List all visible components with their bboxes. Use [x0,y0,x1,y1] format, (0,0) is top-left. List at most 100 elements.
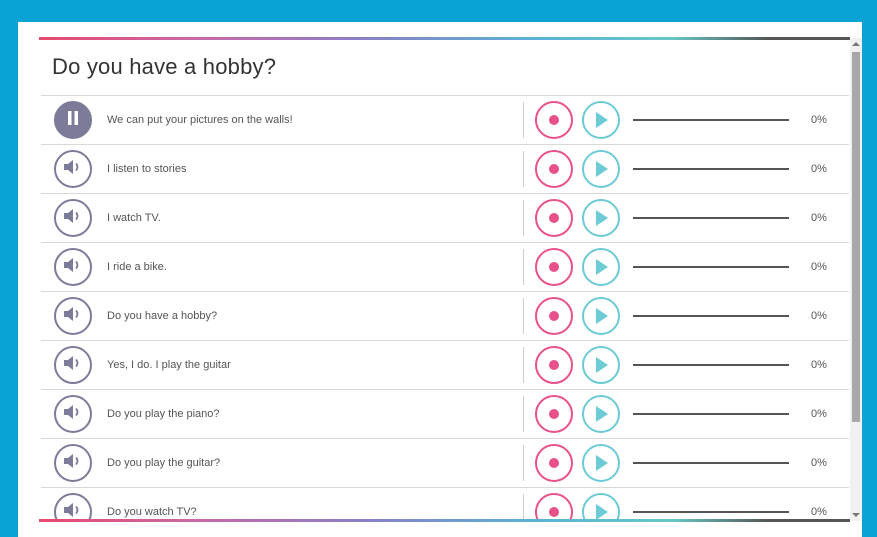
record-icon [549,311,559,321]
speaker-icon [63,354,83,377]
activity-panel: Do you have a hobby? We can put your pic… [18,22,862,537]
record-button[interactable] [535,297,573,335]
progress-bar[interactable] [633,413,789,415]
speaker-button[interactable] [54,248,92,286]
record-icon [549,262,559,272]
progress-percent: 0% [811,310,827,322]
sentence-row-6: Yes, I do. I play the guitar 0% [41,341,849,390]
row-divider [523,494,524,520]
progress-percent: 0% [811,163,827,175]
speaker-icon [63,158,83,181]
play-icon [596,455,608,471]
progress-percent: 0% [811,114,827,126]
play-button[interactable] [582,346,620,384]
sentence-row-7: Do you play the piano? 0% [41,390,849,439]
progress-bar[interactable] [633,168,789,170]
record-button[interactable] [535,248,573,286]
pause-icon [66,110,80,131]
play-button[interactable] [582,395,620,433]
speaker-icon [63,403,83,426]
sentence-row-1: We can put your pictures on the walls! 0… [41,96,849,145]
row-divider [523,396,524,432]
progress-percent: 0% [811,261,827,273]
play-button[interactable] [582,493,620,520]
sentence-text: I listen to stories [107,163,187,175]
sentence-text: Do you play the guitar? [107,457,221,469]
record-button[interactable] [535,346,573,384]
play-button[interactable] [582,248,620,286]
record-button[interactable] [535,493,573,520]
record-icon [549,458,559,468]
sentence-row-9: Do you watch TV? 0% [41,488,849,520]
play-icon [596,308,608,324]
record-button[interactable] [535,150,573,188]
play-icon [596,112,608,128]
speaker-button[interactable] [54,199,92,237]
record-icon [549,213,559,223]
speaker-icon [63,452,83,475]
row-divider [523,102,524,138]
sentence-text: Yes, I do. I play the guitar [107,359,231,371]
play-button[interactable] [582,444,620,482]
bottom-color-bar [39,519,850,522]
speaker-button[interactable] [54,346,92,384]
sentence-list: We can put your pictures on the walls! 0… [41,95,849,520]
record-button[interactable] [535,199,573,237]
progress-percent: 0% [811,359,827,371]
play-icon [596,504,608,520]
row-divider [523,200,524,236]
progress-bar[interactable] [633,511,789,513]
play-button[interactable] [582,297,620,335]
play-icon [596,259,608,275]
record-button[interactable] [535,395,573,433]
speaker-icon [63,256,83,279]
speaker-icon [63,501,83,521]
scrollbar-thumb[interactable] [852,52,860,422]
sentence-text: I watch TV. [107,212,161,224]
record-button[interactable] [535,101,573,139]
speaker-button[interactable] [54,297,92,335]
progress-bar[interactable] [633,266,789,268]
speaker-button[interactable] [54,444,92,482]
progress-bar[interactable] [633,217,789,219]
row-divider [523,347,524,383]
play-icon [596,406,608,422]
record-icon [549,507,559,517]
vertical-scrollbar[interactable] [850,38,862,521]
record-icon [549,115,559,125]
sentence-text: Do you play the piano? [107,408,220,420]
play-icon [596,357,608,373]
sentence-text: We can put your pictures on the walls! [107,114,293,126]
play-button[interactable] [582,150,620,188]
play-icon [596,210,608,226]
play-button[interactable] [582,101,620,139]
sentence-text: I ride a bike. [107,261,167,273]
row-divider [523,249,524,285]
play-button[interactable] [582,199,620,237]
sentence-row-3: I watch TV. 0% [41,194,849,243]
speaker-button[interactable] [54,150,92,188]
row-divider [523,151,524,187]
play-icon [596,161,608,177]
scroll-down-arrow-icon[interactable] [850,509,862,521]
progress-bar[interactable] [633,119,789,121]
record-button[interactable] [535,444,573,482]
progress-percent: 0% [811,408,827,420]
progress-bar[interactable] [633,315,789,317]
speaker-icon [63,305,83,328]
speaker-button[interactable] [54,101,92,139]
record-icon [549,164,559,174]
progress-percent: 0% [811,212,827,224]
progress-bar[interactable] [633,364,789,366]
progress-bar[interactable] [633,462,789,464]
sentence-text: Do you have a hobby? [107,310,218,322]
speaker-button[interactable] [54,493,92,520]
sentence-row-5: Do you have a hobby? 0% [41,292,849,341]
record-icon [549,409,559,419]
sentence-text: Do you watch TV? [107,506,197,518]
scroll-up-arrow-icon[interactable] [850,38,862,50]
speaker-icon [63,207,83,230]
row-divider [523,298,524,334]
speaker-button[interactable] [54,395,92,433]
sentence-row-2: I listen to stories 0% [41,145,849,194]
